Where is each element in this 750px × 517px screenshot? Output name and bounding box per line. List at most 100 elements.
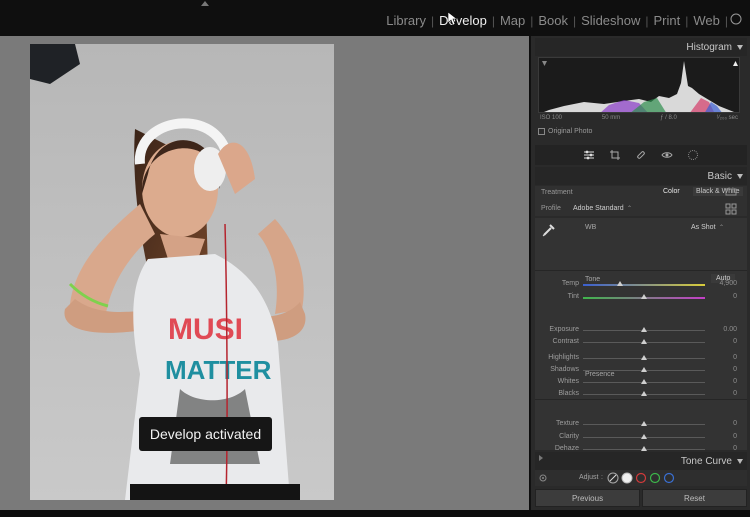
point-curve-white-icon[interactable] bbox=[621, 472, 633, 484]
slider-value[interactable]: 0.00 bbox=[723, 326, 737, 333]
basic-adjustments: WB As Shot ⌃ Tone Auto Presence Temp 4,90… bbox=[535, 218, 747, 481]
slider-label: Clarity bbox=[559, 433, 579, 440]
slider-label: Exposure bbox=[549, 326, 579, 333]
slider-handle[interactable] bbox=[641, 434, 647, 439]
slider-value[interactable]: 0 bbox=[733, 354, 737, 361]
edit-sliders-icon[interactable] bbox=[583, 149, 595, 161]
module-library[interactable]: Library bbox=[383, 13, 429, 28]
collapse-triangle-icon bbox=[737, 458, 743, 464]
original-photo-checkbox[interactable] bbox=[538, 127, 545, 135]
reset-button[interactable]: Reset bbox=[642, 489, 747, 507]
slider-highlights[interactable]: Highlights 0 bbox=[535, 352, 747, 364]
slider-handle[interactable] bbox=[616, 281, 623, 286]
slider-value[interactable]: 0 bbox=[733, 293, 737, 300]
collapse-top-panel-icon[interactable] bbox=[201, 1, 209, 6]
tone-curve-header[interactable]: Tone Curve bbox=[535, 452, 747, 470]
basic-header[interactable]: Basic bbox=[535, 167, 747, 185]
blue-channel-icon[interactable] bbox=[663, 472, 675, 484]
slider-shadows[interactable]: Shadows 0 bbox=[535, 364, 747, 376]
slider-blacks[interactable]: Blacks 0 bbox=[535, 388, 747, 400]
slider-value[interactable]: 0 bbox=[733, 378, 737, 385]
aperture-value: ƒ / 8.0 bbox=[660, 115, 677, 121]
module-separator: | bbox=[645, 13, 649, 28]
slider-handle[interactable] bbox=[641, 391, 647, 396]
target-adjust-icon[interactable] bbox=[539, 474, 547, 482]
slider-label: Tint bbox=[567, 293, 579, 300]
adjust-label: Adjust bbox=[579, 474, 599, 481]
slider-label: Temp bbox=[561, 280, 579, 287]
module-web[interactable]: Web bbox=[690, 13, 723, 28]
histogram-curve bbox=[542, 61, 738, 112]
module-list: Library | Develop | Map | Book | Slidesh… bbox=[383, 13, 742, 28]
module-print[interactable]: Print bbox=[651, 13, 684, 28]
slider-handle[interactable] bbox=[641, 421, 647, 426]
slider-label: Blacks bbox=[558, 390, 579, 397]
module-map[interactable]: Map bbox=[497, 13, 528, 28]
slider-value[interactable]: 0 bbox=[733, 420, 737, 427]
slider-texture[interactable]: Texture 0 bbox=[535, 418, 747, 430]
module-book[interactable]: Book bbox=[535, 13, 571, 28]
module-overflow-icon[interactable] bbox=[730, 13, 742, 28]
develop-tool-strip bbox=[535, 145, 747, 165]
shirt-print-line1: MUSI bbox=[168, 313, 243, 346]
module-slideshow[interactable]: Slideshow bbox=[578, 13, 643, 28]
wb-dropdown[interactable]: As Shot bbox=[691, 224, 716, 231]
mouse-cursor-icon bbox=[448, 12, 457, 26]
basic-title: Basic bbox=[707, 170, 732, 182]
previous-button[interactable]: Previous bbox=[535, 489, 640, 507]
white-balance-eyedropper-icon[interactable] bbox=[541, 222, 557, 238]
slider-exposure[interactable]: Exposure 0.00 bbox=[535, 324, 747, 336]
slider-handle[interactable] bbox=[641, 446, 647, 451]
slider-value[interactable]: 0 bbox=[733, 445, 737, 452]
histogram-graph[interactable] bbox=[538, 57, 740, 113]
profile-dropdown[interactable]: Adobe Standard bbox=[573, 205, 624, 212]
auto-mask-icon[interactable] bbox=[725, 188, 737, 196]
highlight-clipping-icon bbox=[733, 61, 738, 66]
slider-handle[interactable] bbox=[641, 294, 647, 299]
treatment-color-button[interactable]: Color bbox=[663, 188, 680, 195]
slider-label: Highlights bbox=[548, 354, 579, 361]
slider-handle[interactable] bbox=[641, 339, 647, 344]
red-eye-icon[interactable] bbox=[661, 149, 673, 161]
slider-contrast[interactable]: Contrast 0 bbox=[535, 336, 747, 348]
slider-value[interactable]: 0 bbox=[733, 338, 737, 345]
profile-browser-icon[interactable] bbox=[725, 203, 737, 215]
green-channel-icon[interactable] bbox=[649, 472, 661, 484]
slider-temp[interactable]: Temp 4,900 bbox=[535, 278, 747, 290]
slider-track[interactable] bbox=[583, 284, 705, 286]
original-photo-row[interactable]: Original Photo bbox=[538, 126, 740, 136]
slider-value[interactable]: 4,900 bbox=[719, 280, 737, 287]
slider-clarity[interactable]: Clarity 0 bbox=[535, 431, 747, 443]
histogram-header[interactable]: Histogram bbox=[535, 38, 747, 56]
module-separator: | bbox=[530, 13, 534, 28]
exif-info: ISO 100 50 mm ƒ / 8.0 ¹⁄₂₀₀ sec bbox=[538, 115, 740, 125]
profile-dropdown-icon[interactable]: ⌃ bbox=[627, 205, 632, 212]
slider-tint[interactable]: Tint 0 bbox=[535, 291, 747, 303]
wb-dropdown-icon[interactable]: ⌃ bbox=[719, 224, 724, 231]
slider-handle[interactable] bbox=[641, 379, 647, 384]
red-channel-icon[interactable] bbox=[635, 472, 647, 484]
focal-length: 50 mm bbox=[601, 115, 621, 121]
parametric-curve-icon[interactable] bbox=[607, 472, 619, 484]
panel-scroll-icon bbox=[539, 455, 543, 461]
slider-handle[interactable] bbox=[641, 355, 647, 360]
slider-value[interactable]: 0 bbox=[733, 366, 737, 373]
masking-icon[interactable] bbox=[687, 149, 699, 161]
slider-handle[interactable] bbox=[641, 327, 647, 332]
slider-handle[interactable] bbox=[641, 367, 647, 372]
shirt-print-line2: MATTER bbox=[165, 355, 272, 385]
wb-label: WB bbox=[585, 224, 597, 231]
slider-value[interactable]: 0 bbox=[733, 433, 737, 440]
histogram-title: Histogram bbox=[686, 41, 732, 53]
bottom-filmstrip-edge bbox=[0, 510, 750, 517]
divider bbox=[535, 270, 747, 271]
crop-icon[interactable] bbox=[609, 149, 621, 161]
module-separator: | bbox=[573, 13, 577, 28]
module-develop[interactable]: Develop bbox=[436, 13, 490, 28]
healing-brush-icon[interactable] bbox=[635, 149, 647, 161]
develop-activated-toast: Develop activated bbox=[139, 417, 272, 451]
slider-whites[interactable]: Whites 0 bbox=[535, 376, 747, 388]
tone-curve-title: Tone Curve bbox=[680, 455, 732, 467]
image-canvas[interactable]: MUSI MATTER Develop activated bbox=[0, 36, 529, 510]
slider-value[interactable]: 0 bbox=[733, 390, 737, 397]
